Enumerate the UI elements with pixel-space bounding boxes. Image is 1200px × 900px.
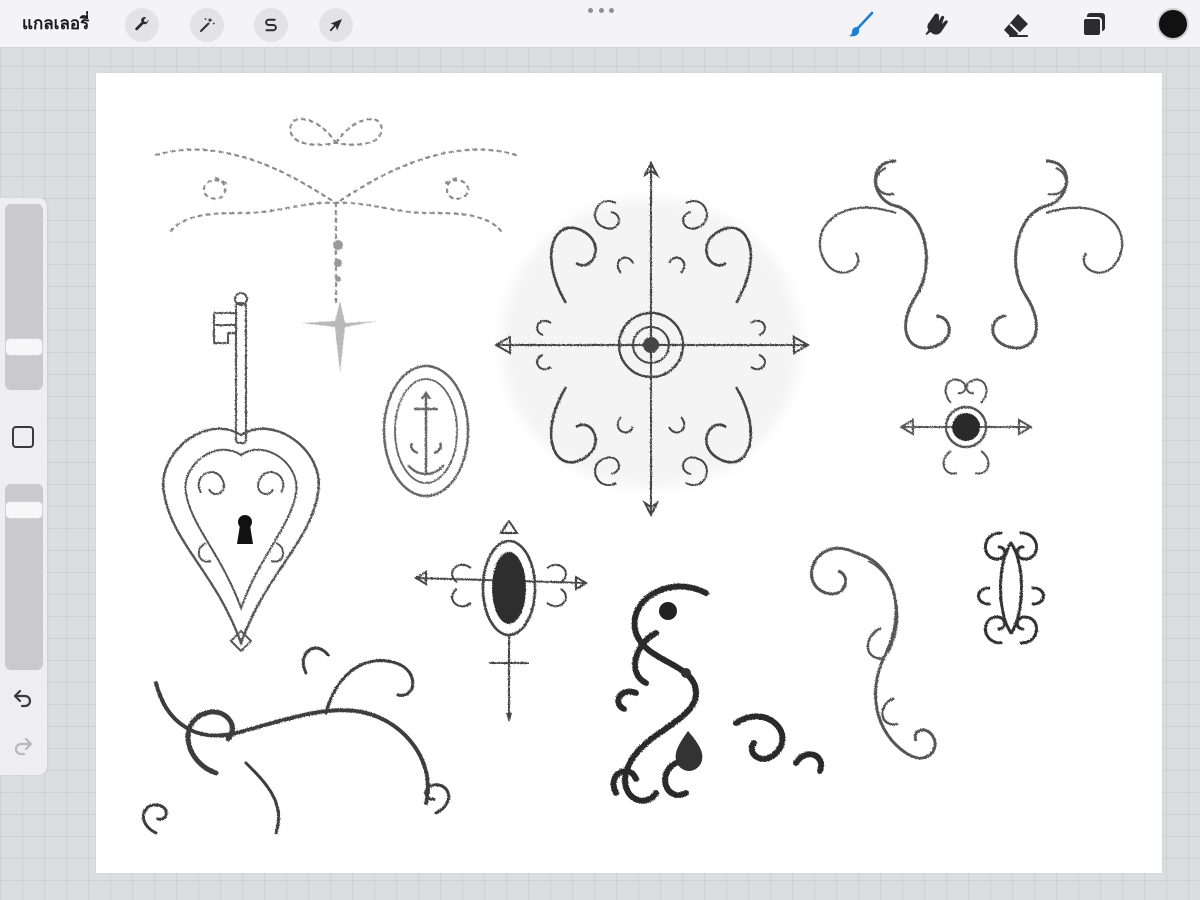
drawing-canvas[interactable] (96, 73, 1162, 873)
ornament-artwork (142, 118, 1124, 835)
brush-size-slider-knob[interactable] (5, 338, 43, 357)
brush-icon (849, 11, 874, 37)
pendant-star (301, 240, 378, 373)
eraser-icon (1004, 14, 1028, 37)
smudge-icon (925, 13, 948, 35)
layers-tool[interactable] (1076, 7, 1112, 43)
cross-medallion-ornament (493, 160, 811, 518)
anchor-cameo-ornament (382, 364, 470, 498)
undo-button[interactable] (11, 686, 35, 710)
left-sidebar (0, 198, 47, 775)
transform-button[interactable] (319, 8, 353, 42)
tall-vertical-scroll-ornament (810, 546, 937, 760)
window-grabber[interactable] (588, 6, 614, 14)
arrow-cursor-icon (329, 19, 342, 32)
s-scroll-pair-ornament (818, 159, 1124, 350)
adjustments-button[interactable] (190, 8, 224, 42)
oval-gem-pendant-ornament (414, 519, 588, 723)
dark-scroll-drop-ornament (610, 583, 825, 804)
double-scroll-ornament (977, 531, 1045, 645)
gallery-link[interactable]: แกลเลอรี่ (22, 12, 89, 36)
redo-button[interactable] (11, 734, 35, 758)
brush-size-slider[interactable] (5, 204, 43, 390)
top-flourish-ornament (154, 118, 518, 305)
modify-button[interactable] (12, 426, 34, 448)
small-gem-cross-ornament (899, 378, 1033, 475)
undo-icon (13, 689, 32, 708)
smudge-tool[interactable] (920, 7, 956, 43)
brush-tool[interactable] (843, 7, 879, 43)
magic-wand-icon (200, 17, 215, 32)
opacity-slider-knob[interactable] (5, 500, 43, 519)
top-toolbar: แกลเลอรี่ (0, 0, 1200, 48)
heart-lock-key-ornament (161, 292, 321, 653)
eraser-tool[interactable] (998, 7, 1034, 43)
bottom-left-flourish-ornament (142, 646, 450, 835)
wrench-icon (135, 17, 149, 31)
redo-icon (14, 737, 33, 756)
actions-button[interactable] (125, 8, 159, 42)
selection-s-icon (265, 18, 277, 32)
color-swatch[interactable] (1157, 8, 1189, 40)
layers-icon (1082, 13, 1105, 37)
selection-button[interactable] (254, 8, 288, 42)
keyhole (237, 515, 253, 544)
